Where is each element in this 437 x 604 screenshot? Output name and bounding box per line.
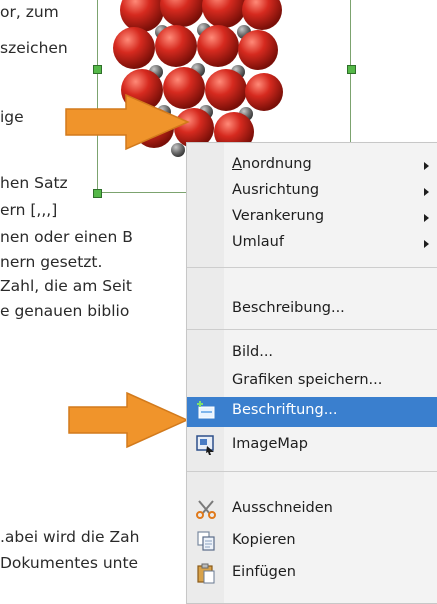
- menu-item-label: Kopieren: [232, 532, 296, 548]
- menu-item-label: Anordnung: [232, 156, 312, 172]
- doc-text-line: ern [,,,]: [0, 201, 58, 219]
- menu-item-einfuegen[interactable]: Einfügen: [187, 559, 437, 589]
- pointer-arrow-icon: [68, 391, 189, 449]
- menu-item-bild[interactable]: Bild...: [187, 341, 437, 367]
- menu-item-umlauf[interactable]: Umlauf: [187, 231, 437, 257]
- doc-text-line: .abei wird die Zah: [0, 528, 140, 546]
- menu-item-label: Umlauf: [232, 234, 284, 250]
- menu-item-label: ImageMap: [232, 436, 309, 452]
- submenu-arrow-icon: [424, 188, 429, 196]
- menu-item-label: Einfügen: [232, 564, 296, 580]
- menu-item-ausschneiden[interactable]: Ausschneiden: [187, 495, 437, 525]
- menu-item-ausrichtung[interactable]: Ausrichtung: [187, 179, 437, 205]
- imagemap-icon: [195, 434, 217, 455]
- doc-text-line: e genauen biblio: [0, 302, 130, 320]
- menu-item-beschriftung[interactable]: Beschriftung...: [187, 397, 437, 427]
- menu-separator: [187, 267, 437, 268]
- menu-item-label: Verankerung: [232, 208, 325, 224]
- doc-text-line: ige: [0, 108, 24, 126]
- doc-text-line: nern gesetzt.: [0, 253, 103, 271]
- context-menu: Anordnung Ausrichtung Verankerung Umlauf…: [186, 142, 437, 604]
- resize-handle[interactable]: [93, 189, 102, 198]
- menu-item-beschreibung[interactable]: Beschreibung...: [187, 297, 437, 323]
- doc-text-line: szeichen: [0, 39, 68, 57]
- menu-item-label: Beschreibung...: [232, 300, 345, 316]
- paste-icon: [195, 562, 217, 584]
- menu-separator: [187, 329, 437, 330]
- menu-item-kopieren[interactable]: Kopieren: [187, 527, 437, 557]
- doc-text-line: hen Satz: [0, 174, 68, 192]
- menu-item-grafiken-speichern[interactable]: Grafiken speichern...: [187, 369, 437, 395]
- copy-icon: [195, 530, 217, 551]
- resize-handle[interactable]: [347, 65, 356, 74]
- menu-item-anordnung[interactable]: Anordnung: [187, 153, 437, 179]
- menu-item-label: Ausschneiden: [232, 500, 333, 516]
- doc-text-line: Zahl, die am Seit: [0, 277, 132, 295]
- menu-item-verankerung[interactable]: Verankerung: [187, 205, 437, 231]
- submenu-arrow-icon: [424, 240, 429, 248]
- resize-handle[interactable]: [93, 65, 102, 74]
- doc-text-line: Dokumentes unte: [0, 554, 139, 572]
- menu-item-label: Ausrichtung: [232, 182, 320, 198]
- scissors-icon: [195, 498, 217, 519]
- submenu-arrow-icon: [424, 162, 429, 170]
- menu-separator: [187, 471, 437, 472]
- doc-text-line: nen oder einen B: [0, 228, 133, 246]
- insert-caption-icon: [195, 400, 217, 420]
- menu-item-label: Bild...: [232, 344, 274, 360]
- submenu-arrow-icon: [424, 214, 429, 222]
- menu-item-label: Beschriftung...: [232, 402, 338, 418]
- doc-text-line: or, zum: [0, 3, 59, 21]
- menu-item-label: Grafiken speichern...: [232, 372, 383, 388]
- pointer-arrow-icon: [65, 93, 190, 151]
- menu-item-imagemap[interactable]: ImageMap: [187, 431, 437, 461]
